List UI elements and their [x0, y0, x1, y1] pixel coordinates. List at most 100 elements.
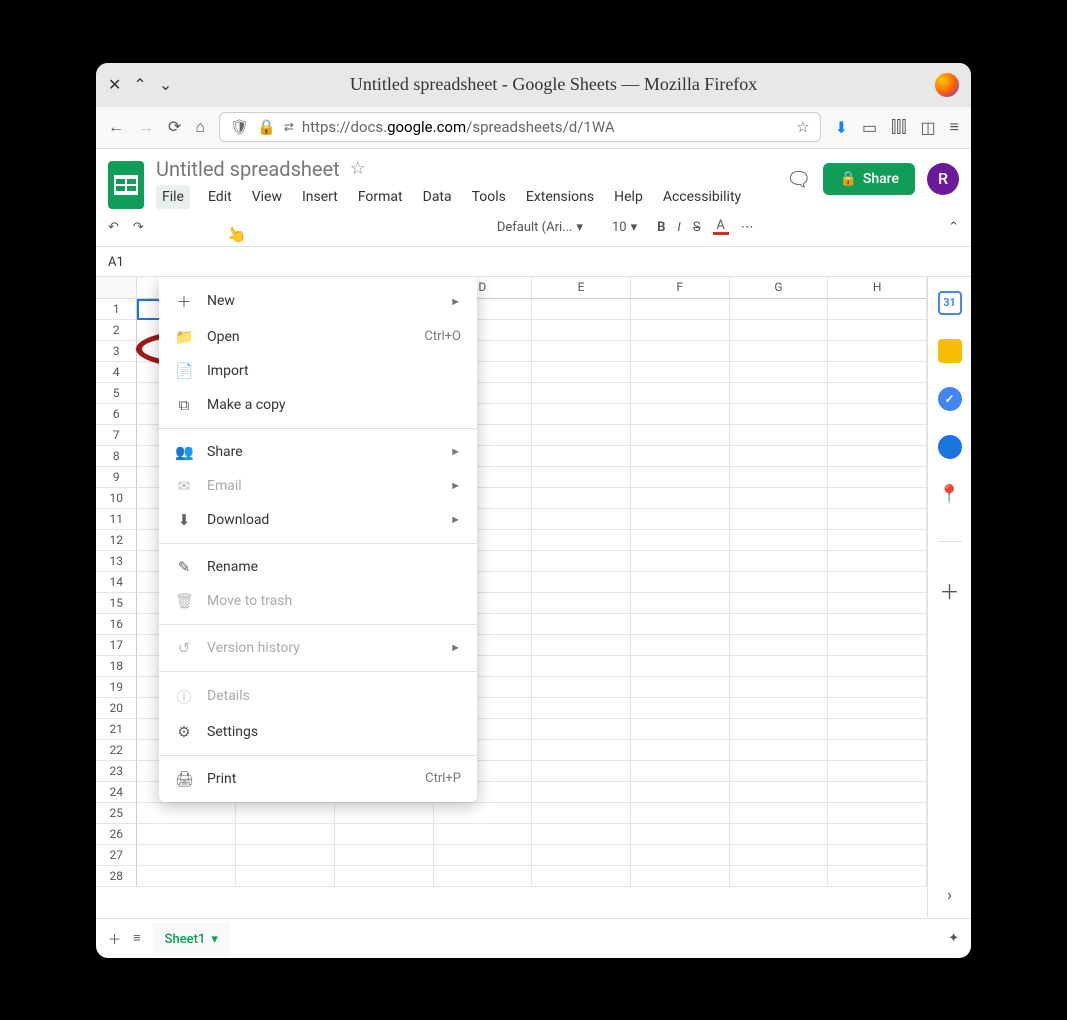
cell[interactable]	[828, 698, 927, 719]
menu-data[interactable]: Data	[421, 185, 454, 209]
cell[interactable]	[335, 824, 434, 845]
explore-icon[interactable]: ✦	[948, 931, 959, 946]
cell[interactable]	[434, 824, 533, 845]
cell[interactable]	[631, 740, 730, 761]
cell[interactable]	[532, 782, 631, 803]
cell[interactable]	[730, 656, 829, 677]
cell[interactable]	[730, 383, 829, 404]
add-sheet-icon[interactable]: ＋	[108, 929, 121, 948]
side-app-icon[interactable]: ✓	[938, 387, 962, 411]
cell[interactable]	[631, 593, 730, 614]
cell[interactable]	[631, 677, 730, 698]
cell[interactable]	[434, 845, 533, 866]
cell[interactable]	[828, 824, 927, 845]
cell[interactable]	[828, 530, 927, 551]
cell[interactable]	[631, 425, 730, 446]
cell[interactable]	[730, 719, 829, 740]
bookmark-star-icon[interactable]: ☆	[796, 118, 809, 136]
cell[interactable]	[631, 467, 730, 488]
cell[interactable]	[532, 530, 631, 551]
cell[interactable]	[631, 761, 730, 782]
avatar[interactable]: R	[927, 163, 959, 195]
row-header[interactable]: 7	[96, 425, 137, 446]
row-header[interactable]: 23	[96, 761, 137, 782]
cell[interactable]	[730, 761, 829, 782]
cell[interactable]	[137, 866, 236, 887]
cell[interactable]	[236, 803, 335, 824]
cell[interactable]	[828, 656, 927, 677]
cell[interactable]	[730, 509, 829, 530]
cell[interactable]	[532, 740, 631, 761]
row-header[interactable]: 15	[96, 593, 137, 614]
row-header[interactable]: 1	[96, 299, 137, 320]
cell[interactable]	[730, 320, 829, 341]
sidebar-icon[interactable]: ◫	[921, 118, 936, 137]
cell[interactable]	[532, 488, 631, 509]
cell[interactable]	[631, 635, 730, 656]
cell[interactable]	[828, 404, 927, 425]
comments-icon[interactable]: 🗨	[786, 167, 811, 191]
share-button[interactable]: 🔒 Share	[823, 163, 915, 195]
cell[interactable]	[730, 299, 829, 320]
row-header[interactable]: 8	[96, 446, 137, 467]
menu-icon[interactable]: ≡	[950, 117, 959, 137]
cell[interactable]	[532, 383, 631, 404]
row-header[interactable]: 10	[96, 488, 137, 509]
cell[interactable]	[631, 404, 730, 425]
cell[interactable]	[631, 551, 730, 572]
all-sheets-icon[interactable]: ≡	[133, 930, 141, 946]
italic-button[interactable]: I	[677, 220, 680, 235]
cell[interactable]	[828, 320, 927, 341]
close-icon[interactable]: ✕	[108, 75, 121, 94]
cell[interactable]	[631, 719, 730, 740]
row-header[interactable]: 4	[96, 362, 137, 383]
side-app-icon[interactable]: 31	[938, 291, 962, 315]
menu-item-open[interactable]: 📁OpenCtrl+O	[159, 320, 477, 354]
spreadsheet-grid[interactable]: ABCDEFGH 1234567891011121314151617181920…	[96, 277, 927, 918]
cell[interactable]	[730, 446, 829, 467]
cell[interactable]	[532, 656, 631, 677]
menu-item-rename[interactable]: ✎Rename	[159, 550, 477, 584]
cell[interactable]	[532, 320, 631, 341]
cell[interactable]	[532, 761, 631, 782]
cell[interactable]	[828, 467, 927, 488]
cell[interactable]	[335, 866, 434, 887]
row-header[interactable]: 22	[96, 740, 137, 761]
row-header[interactable]: 12	[96, 530, 137, 551]
row-header[interactable]: 27	[96, 845, 137, 866]
row-header[interactable]: 13	[96, 551, 137, 572]
cell[interactable]	[631, 572, 730, 593]
menu-item-import[interactable]: 📄Import	[159, 354, 477, 388]
cell[interactable]	[828, 551, 927, 572]
cell[interactable]	[730, 572, 829, 593]
sheets-logo-icon[interactable]	[108, 161, 144, 209]
row-header[interactable]: 3	[96, 341, 137, 362]
add-addon-icon[interactable]: ＋	[940, 576, 960, 605]
cell[interactable]	[137, 845, 236, 866]
cell[interactable]	[828, 845, 927, 866]
cell[interactable]	[730, 824, 829, 845]
menu-edit[interactable]: Edit	[206, 185, 234, 209]
row-header[interactable]: 16	[96, 614, 137, 635]
cell[interactable]	[532, 341, 631, 362]
cell[interactable]	[828, 614, 927, 635]
cell[interactable]	[730, 593, 829, 614]
cell[interactable]	[631, 845, 730, 866]
menu-item-settings[interactable]: ⚙Settings	[159, 715, 477, 749]
cell[interactable]	[730, 782, 829, 803]
cell[interactable]	[532, 404, 631, 425]
cell[interactable]	[828, 446, 927, 467]
cell[interactable]	[828, 719, 927, 740]
menu-item-download[interactable]: ⬇Download►	[159, 503, 477, 537]
row-header[interactable]: 2	[96, 320, 137, 341]
cell[interactable]	[532, 572, 631, 593]
star-icon[interactable]: ☆	[350, 158, 366, 179]
font-size-select[interactable]: 10 ▾	[604, 216, 645, 239]
cell[interactable]	[828, 677, 927, 698]
cell[interactable]	[137, 824, 236, 845]
menu-tools[interactable]: Tools	[470, 185, 508, 209]
row-header[interactable]: 24	[96, 782, 137, 803]
row-header[interactable]: 19	[96, 677, 137, 698]
menu-extensions[interactable]: Extensions	[524, 185, 596, 209]
cell[interactable]	[631, 824, 730, 845]
